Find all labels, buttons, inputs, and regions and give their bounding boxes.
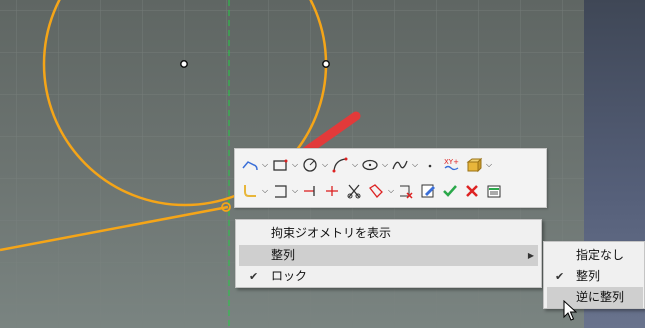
ok-icon[interactable] [439, 180, 461, 202]
center-point [180, 60, 188, 68]
ellipse-icon[interactable] [359, 154, 381, 176]
sketcher-settings-icon[interactable] [483, 180, 505, 202]
chevron-down-icon[interactable]: ⌵ [291, 180, 299, 202]
menu-item-label: 指定なし [576, 248, 625, 262]
chevron-down-icon[interactable]: ⌵ [261, 154, 269, 176]
extend-icon[interactable] [321, 180, 343, 202]
chevron-down-icon[interactable]: ⌵ [381, 154, 389, 176]
menu-item-label: 整列 [271, 248, 296, 262]
clone-icon[interactable] [395, 180, 417, 202]
menu-item-label: ロック [271, 269, 308, 283]
trim-icon[interactable] [299, 180, 321, 202]
chevron-down-icon[interactable]: ⌵ [291, 154, 299, 176]
menu-item-label: 拘束ジオメトリを表示 [271, 226, 392, 240]
menu-item-align[interactable]: 整列 ▶ [239, 245, 538, 266]
chevron-down-icon[interactable]: ⌵ [321, 154, 329, 176]
polyline-icon[interactable] [239, 154, 261, 176]
chevron-down-icon[interactable]: ⌵ [387, 180, 395, 202]
fillet-icon[interactable] [239, 180, 261, 202]
checkmark-icon: ✔ [555, 270, 565, 283]
point-icon[interactable] [419, 154, 441, 176]
sketcher-toolbar: ⌵ ⌵ ⌵ ⌵ ⌵ ⌵ XY+ ⌵ ⌵ ⌵ ⌵ [234, 148, 547, 208]
external-geometry-icon[interactable]: XY+ [441, 154, 463, 176]
circle-icon[interactable] [299, 154, 321, 176]
menu-item-label: 逆に整列 [576, 290, 625, 304]
submenu-arrow-icon: ▶ [527, 251, 534, 260]
circle-point [322, 60, 330, 68]
chevron-down-icon[interactable]: ⌵ [411, 154, 419, 176]
checkmark-icon: ✔ [249, 270, 259, 283]
cancel-icon[interactable] [461, 180, 483, 202]
submenu-item-align[interactable]: ✔ 整列 [547, 266, 643, 287]
mouse-cursor-icon [563, 300, 577, 321]
symmetry-icon[interactable] [365, 180, 387, 202]
bspline-icon[interactable] [389, 154, 411, 176]
menu-item-label: 整列 [576, 269, 601, 283]
split-icon[interactable] [343, 180, 365, 202]
svg-text:XY+: XY+ [444, 158, 459, 166]
chevron-down-icon[interactable]: ⌵ [351, 154, 359, 176]
context-menu: 拘束ジオメトリを表示 整列 ▶ ✔ ロック [235, 219, 542, 288]
chevron-down-icon[interactable]: ⌵ [485, 154, 493, 176]
menu-item-show-constraint-geometry[interactable]: 拘束ジオメトリを表示 [239, 223, 538, 244]
submenu-item-reverse-align[interactable]: 逆に整列 [547, 287, 643, 308]
edit-icon[interactable] [417, 180, 439, 202]
align-submenu: 指定なし ✔ 整列 逆に整列 [543, 241, 645, 309]
rectangle-icon[interactable] [269, 154, 291, 176]
construction-mode-icon[interactable] [463, 154, 485, 176]
submenu-item-none[interactable]: 指定なし [547, 245, 643, 266]
chevron-down-icon[interactable]: ⌵ [261, 180, 269, 202]
menu-item-lock[interactable]: ✔ ロック [239, 266, 538, 287]
slot-icon[interactable] [269, 180, 291, 202]
arc-icon[interactable] [329, 154, 351, 176]
